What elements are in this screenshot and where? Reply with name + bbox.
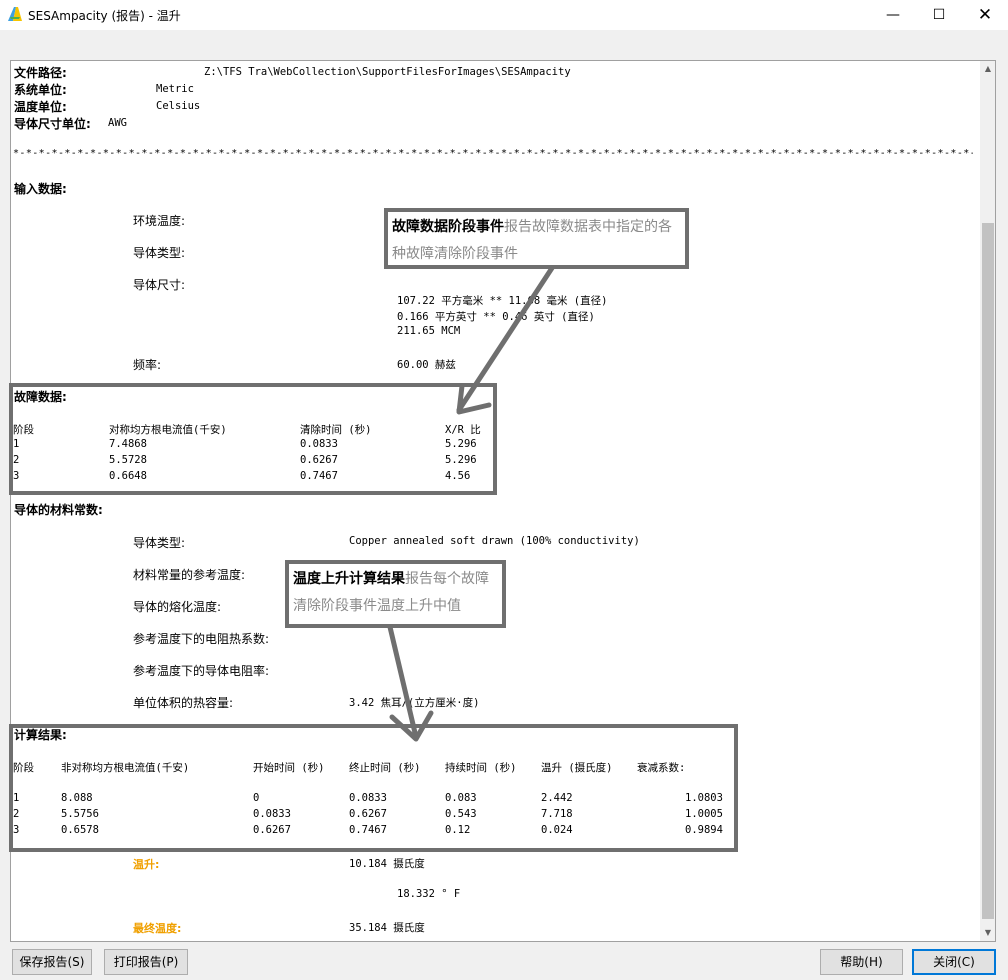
scroll-thumb[interactable] [982, 223, 994, 919]
window-title: SESAmpacity (报告) - 温升 [28, 9, 181, 23]
vertical-scrollbar[interactable]: ▲ ▼ [980, 61, 995, 941]
results-highlight-box [9, 724, 738, 852]
frequency-label: 频率: [133, 358, 162, 372]
fault-callout-title: 故障数据阶段事件 [392, 219, 504, 235]
separator-line: *-*-*-*-*-*-*-*-*-*-*-*-*-*-*-*-*-*-*-*-… [13, 148, 973, 159]
temp-units-label: 温度单位: [14, 100, 67, 114]
conductor-type-label: 导体类型: [133, 246, 186, 260]
conductor-size-units-value: AWG [108, 117, 127, 129]
help-button[interactable]: 帮助(H) [820, 949, 903, 975]
system-units-label: 系统单位: [14, 83, 67, 97]
conductor-size-line-3: 211.65 MCM [397, 325, 461, 337]
close-button[interactable]: 关闭(C) [912, 949, 996, 975]
temp-rise-fahrenheit: 18.332 ° F [397, 888, 461, 900]
temp-rise-celsius: 10.184 摄氏度 [349, 858, 425, 870]
resistivity-label: 参考温度下的导体电阻率: [133, 664, 270, 678]
scroll-up-arrow-icon[interactable]: ▲ [980, 61, 995, 77]
save-report-button[interactable]: 保存报告(S) [12, 949, 92, 975]
temp-rise-label: 温升: [133, 858, 160, 871]
final-temp-label: 最终温度: [133, 922, 182, 935]
scroll-down-arrow-icon[interactable]: ▼ [980, 925, 995, 941]
temp-rise-callout: 温度上升计算结果报告每个故障清除阶段事件温度上升中值 [285, 560, 506, 628]
material-heading: 导体的材料常数: [14, 503, 103, 517]
conductor-size-units-label: 导体尺寸单位: [14, 117, 91, 131]
conductor-size-line-2: 0.166 平方英寸 ** 0.46 英寸 (直径) [397, 311, 595, 323]
frequency-value: 60.00 赫兹 [397, 359, 456, 371]
ambient-temp-label: 环境温度: [133, 214, 186, 228]
material-conductor-type-label: 导体类型: [133, 536, 186, 550]
resistivity-coef-label: 参考温度下的电阻热系数: [133, 632, 270, 646]
temp-callout-title: 温度上升计算结果 [293, 571, 405, 587]
maximize-button[interactable]: ☐ [916, 0, 962, 30]
conductor-size-line-1: 107.22 平方毫米 ** 11.68 毫米 (直径) [397, 295, 608, 307]
system-units-value: Metric [156, 83, 194, 95]
app-logo-icon [8, 7, 22, 21]
file-path-value: Z:\TFS Tra\WebCollection\SupportFilesFor… [204, 66, 571, 78]
final-temp-value: 35.184 摄氏度 [349, 922, 425, 934]
title-bar: SESAmpacity (报告) - 温升 — ☐ ✕ [0, 0, 1008, 30]
material-conductor-type-value: Copper annealed soft drawn (100% conduct… [349, 535, 640, 547]
fusing-temp-label: 导体的熔化温度: [133, 600, 222, 614]
input-data-heading: 输入数据: [14, 182, 67, 196]
close-window-button[interactable]: ✕ [962, 0, 1008, 30]
heat-capacity-label: 单位体积的热容量: [133, 696, 234, 710]
fault-data-highlight-box [9, 383, 497, 495]
heat-capacity-value: 3.42 焦耳/(立方厘米·度) [349, 697, 480, 709]
ref-temp-label: 材料常量的参考温度: [133, 568, 246, 582]
file-path-label: 文件路径: [14, 66, 67, 80]
conductor-size-label: 导体尺寸: [133, 278, 186, 292]
minimize-button[interactable]: — [870, 0, 916, 30]
fault-stage-callout: 故障数据阶段事件报告故障数据表中指定的各种故障清除阶段事件 [384, 208, 689, 269]
print-report-button[interactable]: 打印报告(P) [104, 949, 188, 975]
temp-units-value: Celsius [156, 100, 201, 112]
